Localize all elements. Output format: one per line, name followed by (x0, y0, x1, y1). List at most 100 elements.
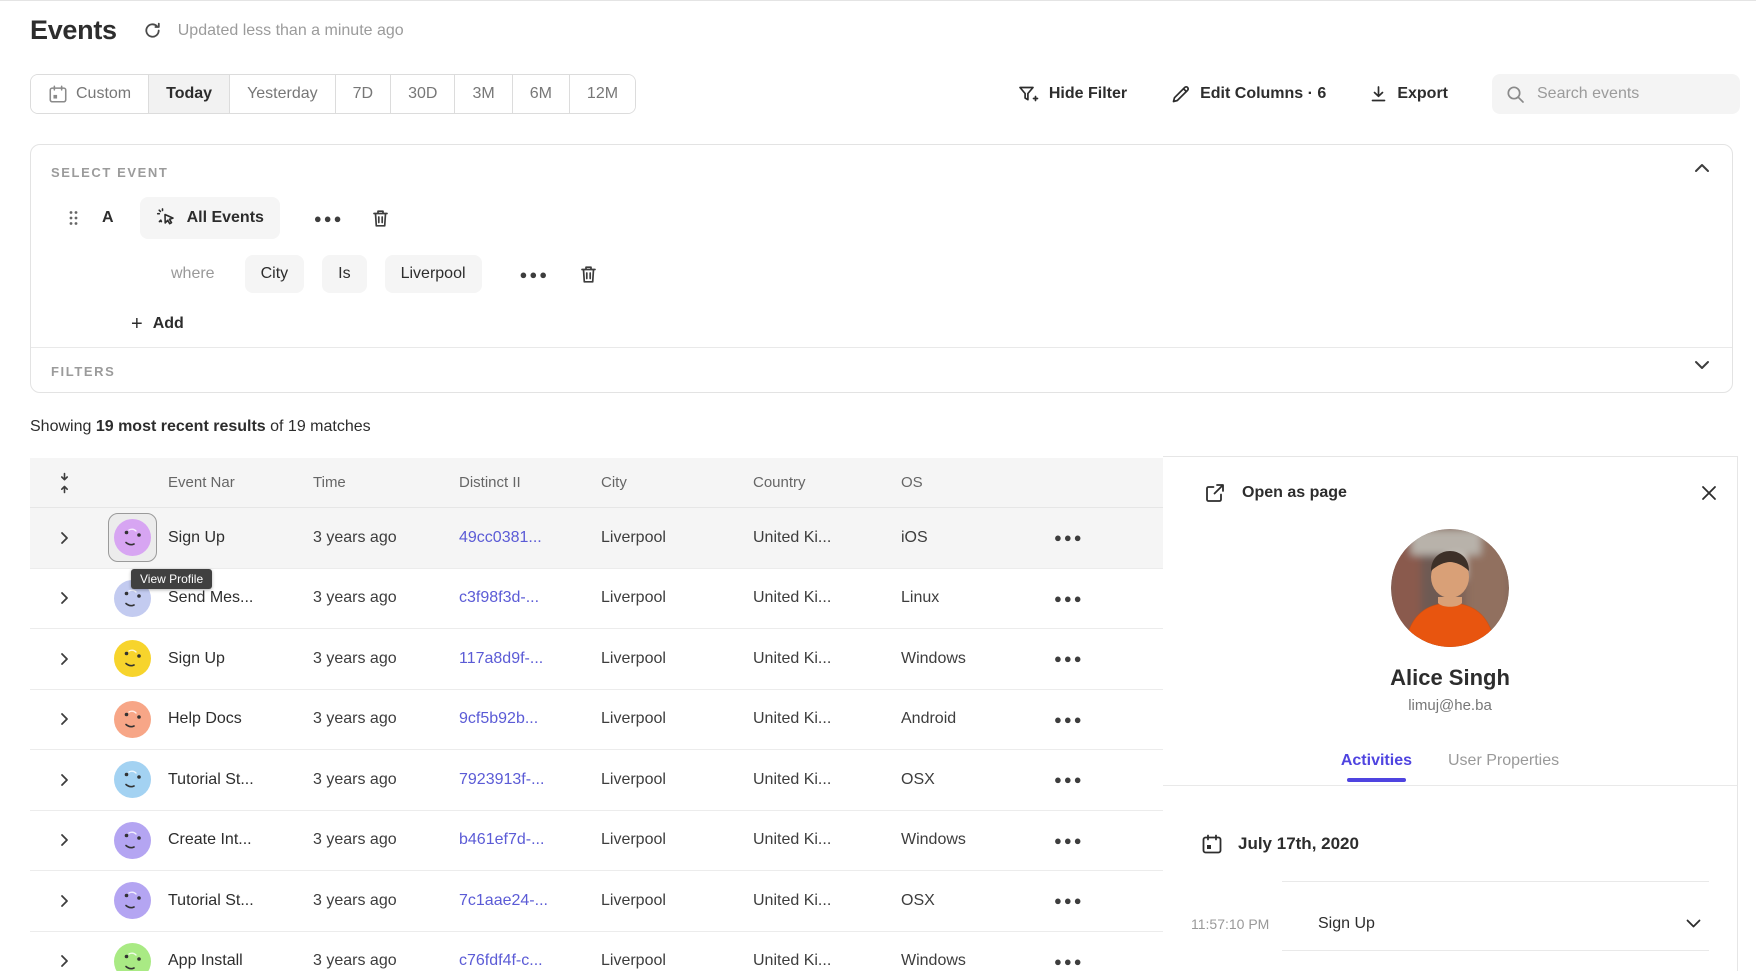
expand-row-icon[interactable] (30, 833, 98, 847)
user-avatar[interactable] (114, 943, 151, 971)
cell-distinct-id[interactable]: 117a8d9f-... (459, 650, 601, 668)
cell-os: Windows (901, 650, 1021, 668)
cell-distinct-id[interactable]: 49cc0381... (459, 529, 601, 547)
col-country[interactable]: Country (753, 474, 901, 491)
cell-event-name: Tutorial St... (166, 892, 313, 910)
row-menu-icon[interactable]: ●●● (1054, 591, 1084, 606)
export-button[interactable]: Export (1370, 85, 1448, 103)
row-menu-icon[interactable]: ●●● (1054, 712, 1084, 727)
date-range-tabs: Custom Today Yesterday 7D 30D (30, 74, 636, 114)
user-avatar[interactable] (114, 640, 151, 677)
event-selector-chip[interactable]: All Events (140, 197, 280, 239)
col-time[interactable]: Time (313, 474, 459, 491)
expand-row-icon[interactable] (30, 712, 98, 726)
table-row[interactable]: Sign Up 3 years ago 117a8d9f-... Liverpo… (30, 629, 1163, 690)
event-clause-row: A All Events ●●● (69, 197, 390, 239)
drag-handle-icon[interactable] (69, 210, 78, 226)
cell-event-name: App Install (166, 952, 313, 970)
date-range-tab[interactable]: Custom (31, 75, 149, 113)
date-range-tab[interactable]: 7D (336, 75, 391, 113)
table-row[interactable]: Sign Up 3 years ago 49cc0381... Liverpoo… (30, 508, 1163, 569)
cell-country: United Ki... (753, 892, 901, 910)
where-more-icon[interactable]: ●●● (514, 267, 556, 282)
chevron-down-icon[interactable] (1686, 919, 1701, 928)
external-link-icon (1205, 483, 1225, 503)
expand-row-icon[interactable] (30, 773, 98, 787)
cell-os: OSX (901, 892, 1021, 910)
search-events-box[interactable] (1492, 74, 1740, 114)
col-event-name[interactable]: Event Nar (166, 474, 313, 491)
add-event-button[interactable]: + Add (131, 314, 184, 334)
edit-columns-button[interactable]: Edit Columns · 6 (1171, 85, 1326, 104)
step-letter: A (102, 209, 114, 227)
search-events-input[interactable] (1537, 85, 1726, 103)
profile-tab[interactable]: Activities (1341, 752, 1412, 782)
property-chip-label: City (261, 265, 289, 283)
open-as-page-button[interactable]: Open as page (1205, 483, 1347, 503)
row-menu-icon[interactable]: ●●● (1054, 833, 1084, 848)
table-row[interactable]: App Install 3 years ago c76fdf4f-c... Li… (30, 932, 1163, 971)
date-range-tab[interactable]: Yesterday (230, 75, 336, 113)
page-header: Events Updated less than a minute ago (30, 15, 404, 46)
user-avatar[interactable] (114, 761, 151, 798)
table-row[interactable]: Tutorial St... 3 years ago 7c1aae24-... … (30, 871, 1163, 932)
expand-row-icon[interactable] (30, 954, 98, 968)
cell-distinct-id[interactable]: b461ef7d-... (459, 831, 601, 849)
expand-row-icon[interactable] (30, 894, 98, 908)
expand-row-icon[interactable] (30, 652, 98, 666)
cell-city: Liverpool (601, 589, 753, 607)
date-range-tab[interactable]: 3M (455, 75, 512, 113)
row-menu-icon[interactable]: ●●● (1054, 530, 1084, 545)
cell-distinct-id[interactable]: c76fdf4f-c... (459, 952, 601, 970)
chevron-up-icon[interactable] (1694, 163, 1710, 173)
row-menu-icon[interactable]: ●●● (1054, 893, 1084, 908)
value-chip-label: Liverpool (401, 265, 466, 283)
cell-country: United Ki... (753, 589, 901, 607)
table-row[interactable]: Create Int... 3 years ago b461ef7d-... L… (30, 811, 1163, 872)
expand-row-icon[interactable] (30, 591, 98, 605)
event-more-icon[interactable]: ●●● (308, 211, 350, 226)
user-avatar[interactable] (114, 882, 151, 919)
table-row[interactable]: Tutorial St... 3 years ago 7923913f-... … (30, 750, 1163, 811)
cell-city: Liverpool (601, 771, 753, 789)
activity-divider-top (1282, 881, 1709, 882)
event-trash-icon[interactable] (371, 208, 390, 229)
date-range-tab[interactable]: 30D (391, 75, 455, 113)
cell-os: Windows (901, 952, 1021, 970)
row-menu-icon[interactable]: ●●● (1054, 772, 1084, 787)
user-avatar[interactable] (114, 519, 151, 556)
user-photo[interactable] (1391, 529, 1509, 647)
profile-tab[interactable]: User Properties (1448, 752, 1559, 782)
activity-row[interactable]: 11:57:10 PM Sign Up (1191, 897, 1709, 950)
date-range-tab[interactable]: 12M (570, 75, 635, 113)
date-range-tab[interactable]: 6M (513, 75, 570, 113)
user-avatar[interactable] (114, 822, 151, 859)
row-menu-icon[interactable]: ●●● (1054, 651, 1084, 666)
cell-distinct-id[interactable]: 7923913f-... (459, 771, 601, 789)
hide-filter-button[interactable]: Hide Filter (1018, 85, 1127, 104)
collapse-rows-icon[interactable] (30, 472, 98, 494)
row-menu-icon[interactable]: ●●● (1054, 954, 1084, 969)
cell-distinct-id[interactable]: c3f98f3d-... (459, 589, 601, 607)
operator-chip[interactable]: Is (322, 255, 366, 293)
cell-country: United Ki... (753, 710, 901, 728)
cell-country: United Ki... (753, 771, 901, 789)
refresh-icon[interactable] (143, 21, 162, 40)
filters-label: FILTERS (51, 364, 115, 379)
user-avatar[interactable] (114, 701, 151, 738)
cell-distinct-id[interactable]: 9cf5b92b... (459, 710, 601, 728)
col-distinct-id[interactable]: Distinct II (459, 474, 601, 491)
col-city[interactable]: City (601, 474, 753, 491)
value-chip[interactable]: Liverpool (385, 255, 482, 293)
close-icon[interactable] (1701, 485, 1717, 501)
where-trash-icon[interactable] (579, 264, 598, 285)
expand-row-icon[interactable] (30, 531, 98, 545)
table-row[interactable]: Help Docs 3 years ago 9cf5b92b... Liverp… (30, 690, 1163, 751)
col-os[interactable]: OS (901, 474, 1021, 491)
cell-os: Linux (901, 589, 1021, 607)
chevron-down-icon[interactable] (1694, 360, 1710, 370)
property-chip[interactable]: City (245, 255, 305, 293)
date-range-tab[interactable]: Today (149, 75, 230, 113)
cell-distinct-id[interactable]: 7c1aae24-... (459, 892, 601, 910)
activity-event-name: Sign Up (1282, 915, 1686, 933)
